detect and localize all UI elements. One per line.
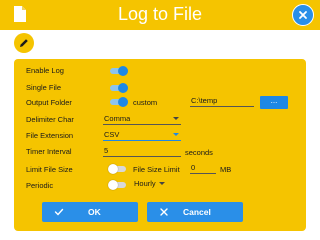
ok-button[interactable]: OK (42, 202, 138, 222)
output-folder-path-input[interactable]: C:\temp (190, 95, 254, 107)
file-size-limit-label: File Size Limit (133, 165, 180, 174)
limit-file-size-label: Limit File Size (26, 165, 73, 174)
delimiter-char-label: Delimiter Char (26, 115, 74, 124)
output-folder-label: Output Folder (26, 98, 72, 107)
custom-label: custom (133, 98, 158, 107)
chevron-down-icon (159, 182, 165, 185)
single-file-label: Single File (26, 83, 62, 92)
title-bar: Log to File (0, 0, 320, 30)
x-icon (160, 208, 168, 216)
periodic-label: Periodic (26, 181, 54, 190)
single-file-toggle[interactable] (108, 83, 128, 93)
edit-button[interactable] (14, 33, 34, 53)
output-folder-custom-toggle[interactable] (108, 97, 128, 107)
close-button[interactable] (292, 4, 314, 26)
ok-label: OK (88, 207, 101, 217)
cancel-label: Cancel (183, 207, 211, 217)
browse-folder-button[interactable]: ... (260, 96, 288, 109)
periodic-interval-select[interactable]: Hourly (133, 178, 167, 190)
file-extension-label: File Extension (26, 131, 74, 140)
periodic-interval-value: Hourly (134, 179, 156, 188)
file-extension-select[interactable]: CSV (103, 129, 181, 141)
chevron-down-icon (173, 133, 179, 136)
enable-log-label: Enable Log (26, 66, 64, 75)
file-size-limit-input[interactable]: 0 (190, 162, 216, 174)
window-title: Log to File (117, 4, 203, 24)
cancel-button[interactable]: Cancel (147, 202, 243, 222)
delimiter-char-select[interactable]: Comma (103, 113, 181, 125)
timer-interval-input[interactable]: 5 (103, 145, 181, 157)
check-icon (54, 208, 64, 216)
limit-file-size-toggle[interactable] (108, 164, 128, 174)
enable-log-toggle[interactable] (108, 66, 128, 76)
timer-interval-label: Timer Interval (26, 147, 72, 156)
delimiter-char-value: Comma (104, 114, 131, 123)
pencil-icon (20, 39, 28, 47)
file-extension-value: CSV (104, 130, 120, 139)
file-size-unit: MB (220, 165, 232, 174)
timer-interval-unit: seconds (185, 148, 213, 157)
chevron-down-icon (173, 117, 179, 120)
periodic-toggle[interactable] (108, 180, 128, 190)
log-to-file-dialog: Log to File Enable Log Single File Outpu… (0, 0, 320, 240)
close-icon (299, 11, 307, 19)
